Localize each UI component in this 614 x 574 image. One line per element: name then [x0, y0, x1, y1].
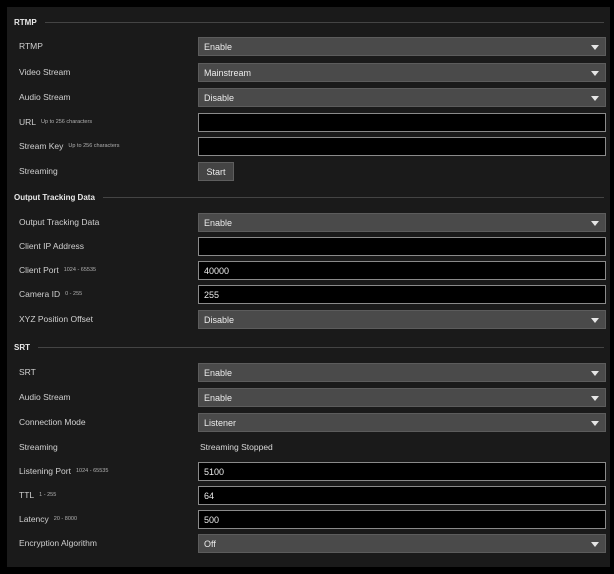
output-tracking-label: Output Tracking Data: [19, 217, 100, 227]
video-stream-select-value: Mainstream: [204, 67, 252, 78]
url-label: URL Up to 256 characters: [19, 112, 92, 132]
section-header-tracking: Output Tracking Data: [14, 191, 604, 203]
url-label-text: URL: [19, 117, 37, 127]
url-input[interactable]: [198, 113, 606, 132]
listening-port-input[interactable]: [198, 462, 606, 481]
stream-key-label-text: Stream Key: [19, 141, 64, 151]
ttl-hint: 1 - 255: [39, 492, 57, 498]
audio-stream-select-value: Disable: [204, 92, 235, 103]
srt-audio-stream-label: Audio Stream: [19, 392, 71, 402]
streaming-status: Streaming Stopped: [200, 442, 273, 452]
client-port-label: Client Port 1024 - 65535: [19, 260, 96, 280]
section-divider: [44, 21, 604, 23]
chevron-down-icon: [591, 45, 599, 50]
chevron-down-icon: [591, 542, 599, 547]
encryption-select[interactable]: Off: [198, 534, 606, 553]
chevron-down-icon: [591, 371, 599, 376]
start-button[interactable]: Start: [198, 162, 234, 181]
srt-label: SRT: [19, 367, 36, 377]
listening-port-hint: 1024 - 65535: [75, 468, 109, 474]
connection-mode-select[interactable]: Listener: [198, 413, 606, 432]
stream-key-hint: Up to 256 characters: [68, 143, 120, 149]
section-title-tracking: Output Tracking Data: [14, 192, 95, 202]
connection-mode-label: Connection Mode: [19, 417, 86, 427]
camera-id-hint: 0 - 255: [65, 291, 83, 297]
section-title-rtmp: RTMP: [14, 17, 37, 27]
latency-input[interactable]: [198, 510, 606, 529]
chevron-down-icon: [591, 71, 599, 76]
chevron-down-icon: [591, 318, 599, 323]
ttl-label: TTL 1 - 255: [19, 485, 56, 505]
output-tracking-select-value: Enable: [204, 217, 233, 228]
client-port-hint: 1024 - 65535: [63, 267, 97, 273]
rtmp-streaming-label: Streaming: [19, 166, 58, 176]
output-tracking-select[interactable]: Enable: [198, 213, 606, 232]
rtmp-select[interactable]: Enable: [198, 37, 606, 56]
section-header-rtmp: RTMP: [14, 16, 604, 28]
rtmp-select-value: Enable: [204, 41, 233, 52]
settings-panel: RTMP RTMP Enable Video Stream Mainstream…: [7, 7, 610, 567]
url-hint: Up to 256 characters: [41, 119, 93, 125]
video-stream-select[interactable]: Mainstream: [198, 63, 606, 82]
ttl-label-text: TTL: [19, 490, 35, 500]
xyz-offset-select-value: Disable: [204, 314, 235, 325]
listening-port-label: Listening Port 1024 - 65535: [19, 461, 108, 481]
latency-hint: 20 - 8000: [53, 516, 78, 522]
encryption-label: Encryption Algorithm: [19, 538, 97, 548]
audio-stream-label: Audio Stream: [19, 92, 71, 102]
xyz-offset-label: XYZ Position Offset: [19, 314, 94, 324]
video-stream-label: Video Stream: [19, 67, 71, 77]
section-divider: [38, 346, 604, 348]
ttl-input[interactable]: [198, 486, 606, 505]
client-ip-label: Client IP Address: [19, 241, 85, 251]
srt-streaming-label: Streaming: [19, 442, 58, 452]
section-title-srt: SRT: [14, 342, 30, 352]
client-port-label-text: Client Port: [19, 265, 59, 275]
camera-id-label-text: Camera ID: [19, 289, 61, 299]
latency-label: Latency 20 - 8000: [19, 509, 77, 529]
camera-id-label: Camera ID 0 - 255: [19, 284, 82, 304]
listening-port-label-text: Listening Port: [19, 466, 71, 476]
client-ip-input[interactable]: [198, 237, 606, 256]
client-port-input[interactable]: [198, 261, 606, 280]
stream-key-input[interactable]: [198, 137, 606, 156]
srt-select[interactable]: Enable: [198, 363, 606, 382]
section-header-srt: SRT: [14, 341, 604, 353]
chevron-down-icon: [591, 96, 599, 101]
camera-id-input[interactable]: [198, 285, 606, 304]
encryption-select-value: Off: [204, 538, 216, 549]
srt-audio-stream-select-value: Enable: [204, 392, 233, 403]
chevron-down-icon: [591, 221, 599, 226]
chevron-down-icon: [591, 421, 599, 426]
chevron-down-icon: [591, 396, 599, 401]
latency-label-text: Latency: [19, 514, 49, 524]
xyz-offset-select[interactable]: Disable: [198, 310, 606, 329]
srt-audio-stream-select[interactable]: Enable: [198, 388, 606, 407]
audio-stream-select[interactable]: Disable: [198, 88, 606, 107]
stream-key-label: Stream Key Up to 256 characters: [19, 136, 119, 156]
connection-mode-select-value: Listener: [204, 417, 237, 428]
srt-select-value: Enable: [204, 367, 233, 378]
rtmp-label: RTMP: [19, 41, 43, 51]
section-divider: [102, 196, 604, 198]
